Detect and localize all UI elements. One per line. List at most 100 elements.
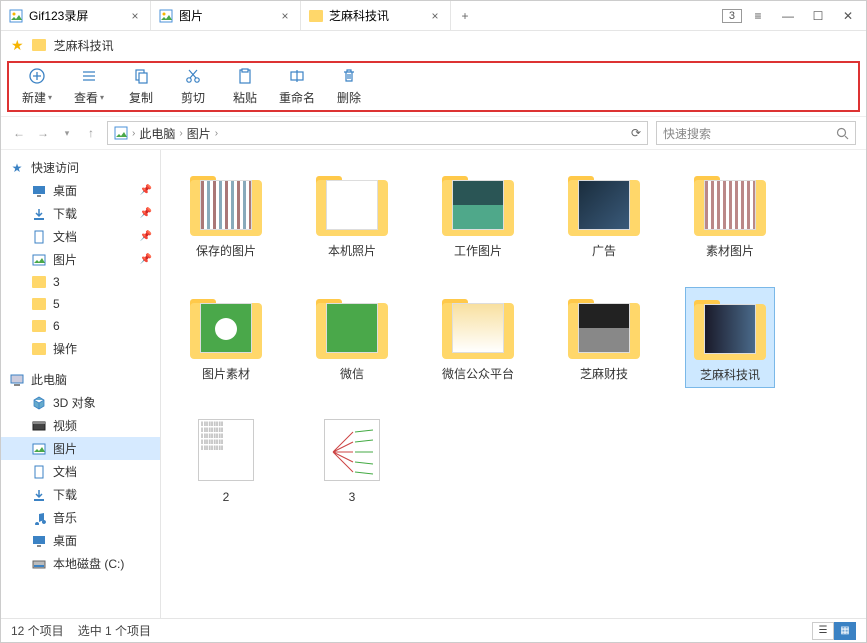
folder-item[interactable]: 素材图片: [685, 164, 775, 263]
item-label: 芝麻财技: [580, 365, 628, 382]
sidebar-label: 音乐: [53, 509, 77, 526]
folder-item[interactable]: 微信: [307, 287, 397, 388]
sidebar-label: 桌面: [53, 182, 77, 199]
document-icon: [31, 464, 47, 480]
view-button[interactable]: 查看▾: [63, 67, 115, 106]
sidebar-label: 文档: [53, 228, 77, 245]
new-tab-button[interactable]: +: [451, 1, 479, 30]
folder-item[interactable]: 芝麻科技讯: [685, 287, 775, 388]
sidebar-label: 图片: [53, 251, 77, 268]
folder-item[interactable]: 本机照片: [307, 164, 397, 263]
toolbar-label: 删除: [337, 89, 361, 106]
pin-icon: 📌: [140, 185, 152, 196]
chevron-right-icon[interactable]: ›: [132, 128, 135, 139]
rename-icon: [288, 67, 306, 85]
sidebar-item-downloads[interactable]: 下载 📌: [1, 202, 160, 225]
crumb-label[interactable]: 芝麻科技讯: [54, 37, 114, 54]
folder-icon: [442, 168, 514, 236]
up-button[interactable]: ↑: [83, 126, 99, 140]
item-label: 芝麻科技讯: [700, 366, 760, 383]
details-view-button[interactable]: ☰: [812, 622, 834, 640]
address-segment[interactable]: 此电脑: [139, 125, 175, 142]
sidebar-item-folder-3[interactable]: 3: [1, 271, 160, 293]
tab-gif123[interactable]: Gif123录屏 ×: [1, 1, 151, 30]
maximize-icon[interactable]: ☐: [804, 2, 832, 30]
minimize-icon[interactable]: —: [774, 2, 802, 30]
video-icon: [31, 418, 47, 434]
icons-view-button[interactable]: ▦: [834, 622, 856, 640]
back-button[interactable]: ←: [11, 126, 27, 140]
tab-count-badge: 3: [722, 9, 742, 23]
sidebar-item-3d[interactable]: 3D 对象: [1, 391, 160, 414]
address-bar[interactable]: › 此电脑 › 图片 › ⟳: [107, 121, 648, 145]
sidebar-label: 5: [53, 297, 60, 311]
search-input[interactable]: 快速搜索: [656, 121, 856, 145]
close-icon[interactable]: ×: [278, 9, 292, 23]
sidebar-item-folder-ops[interactable]: 操作: [1, 337, 160, 360]
sidebar-item-downloads-2[interactable]: 下载: [1, 483, 160, 506]
folder-item[interactable]: 芝麻财技: [559, 287, 649, 388]
close-icon[interactable]: ×: [128, 9, 142, 23]
file-item[interactable]: 3: [307, 412, 397, 508]
dropdown-history-button[interactable]: ▾: [59, 128, 75, 139]
sidebar-item-music[interactable]: 音乐: [1, 506, 160, 529]
status-selection: 选中 1 个项目: [78, 622, 151, 639]
folder-icon: [190, 168, 262, 236]
folder-item[interactable]: 保存的图片: [181, 164, 271, 263]
pin-icon: 📌: [140, 208, 152, 219]
folder-icon: [316, 168, 388, 236]
folder-icon: [31, 341, 47, 357]
rename-button[interactable]: 重命名: [271, 67, 323, 106]
menu-icon[interactable]: ≡: [744, 2, 772, 30]
sidebar-item-folder-6[interactable]: 6: [1, 315, 160, 337]
folder-icon: [32, 38, 46, 52]
close-window-icon[interactable]: ✕: [834, 2, 862, 30]
refresh-icon[interactable]: ⟳: [631, 126, 641, 140]
sidebar-item-pictures-2[interactable]: 图片: [1, 437, 160, 460]
sidebar-group-label: 快速访问: [31, 159, 79, 176]
copy-button[interactable]: 复制: [115, 67, 167, 106]
sidebar-item-desktop[interactable]: 桌面 📌: [1, 179, 160, 202]
trash-icon: [340, 67, 358, 85]
chevron-right-icon[interactable]: ›: [179, 128, 182, 139]
paste-button[interactable]: 粘贴: [219, 67, 271, 106]
paste-icon: [236, 67, 254, 85]
delete-button[interactable]: 删除: [323, 67, 375, 106]
sidebar-label: 文档: [53, 463, 77, 480]
sidebar-this-pc[interactable]: 此电脑: [1, 368, 160, 391]
sidebar-item-videos[interactable]: 视频: [1, 414, 160, 437]
tab-pictures[interactable]: 图片 ×: [151, 1, 301, 30]
disk-icon: [31, 556, 47, 572]
chevron-right-icon[interactable]: ›: [215, 128, 218, 139]
desktop-icon: [31, 183, 47, 199]
sidebar-item-desktop-2[interactable]: 桌面: [1, 529, 160, 552]
sidebar-item-documents-2[interactable]: 文档: [1, 460, 160, 483]
sidebar-label: 下载: [53, 486, 77, 503]
sidebar: ★ 快速访问 桌面 📌 下载 📌 文档📌 图片📌 3 5 6 操作 此电脑 3D 对…: [1, 150, 161, 618]
sidebar-label: 操作: [53, 340, 77, 357]
new-button[interactable]: 新建▾: [11, 67, 63, 106]
folder-item[interactable]: 广告: [559, 164, 649, 263]
content-pane[interactable]: 保存的图片本机照片工作图片 广告素材图片图片素材微信微信公众平台芝麻财技 芝麻科技讯…: [161, 150, 866, 618]
item-label: 工作图片: [454, 242, 502, 259]
sidebar-item-disk-c[interactable]: 本地磁盘 (C:): [1, 552, 160, 575]
sidebar-item-folder-5[interactable]: 5: [1, 293, 160, 315]
sidebar-quick-access[interactable]: ★ 快速访问: [1, 156, 160, 179]
close-icon[interactable]: ×: [428, 9, 442, 23]
folder-item[interactable]: 工作图片: [433, 164, 523, 263]
sidebar-label: 3D 对象: [53, 394, 96, 411]
folder-item[interactable]: 图片素材: [181, 287, 271, 388]
star-icon[interactable]: ★: [11, 37, 24, 54]
sidebar-item-pictures[interactable]: 图片📌: [1, 248, 160, 271]
tab-zhima[interactable]: 芝麻科技讯 ×: [301, 1, 451, 30]
cut-button[interactable]: 剪切: [167, 67, 219, 106]
sidebar-label: 下载: [53, 205, 77, 222]
folder-item[interactable]: 微信公众平台: [433, 287, 523, 388]
file-thumbnail-icon: ‖‖‖‖‖‖‖‖‖‖‖‖‖‖‖‖‖‖‖‖‖‖‖‖‖‖‖‖‖‖‖‖‖‖‖‖‖‖‖‖…: [190, 416, 262, 484]
forward-button[interactable]: →: [35, 126, 51, 140]
sidebar-item-documents[interactable]: 文档📌: [1, 225, 160, 248]
item-label: 2: [223, 490, 230, 504]
file-item[interactable]: ‖‖‖‖‖‖‖‖‖‖‖‖‖‖‖‖‖‖‖‖‖‖‖‖‖‖‖‖‖‖‖‖‖‖‖‖‖‖‖‖…: [181, 412, 271, 508]
sidebar-label: 本地磁盘 (C:): [53, 555, 124, 572]
address-segment[interactable]: 图片: [187, 125, 211, 142]
